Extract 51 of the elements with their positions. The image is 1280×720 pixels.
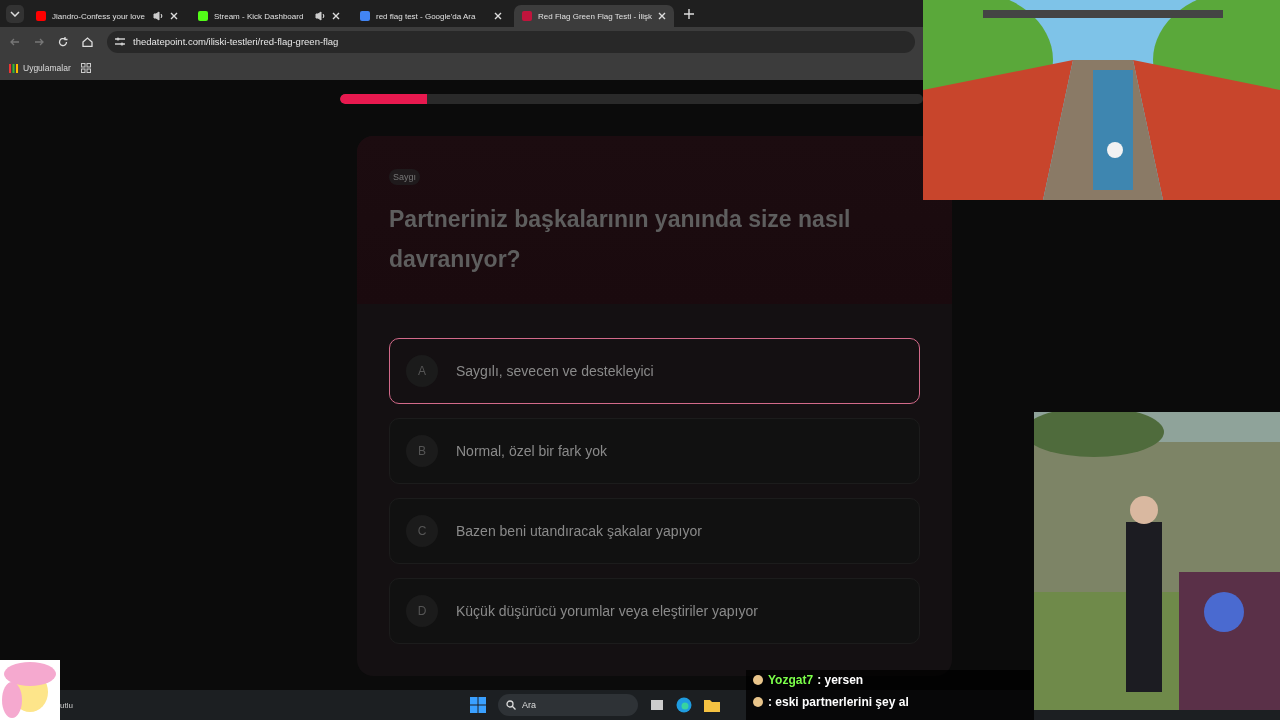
browser-tab[interactable]: Stream - Kick Dashboard <box>190 5 348 27</box>
browser-icon[interactable] <box>676 697 692 713</box>
answer-option[interactable]: C Bazen beni utandıracak şakalar yapıyor <box>389 498 920 564</box>
tab-title: red flag test - Google'da Ara <box>376 11 477 21</box>
forward-icon[interactable] <box>34 36 44 47</box>
tab-title: Stream - Kick Dashboard <box>214 11 305 21</box>
option-text: Küçük düşürücü yorumlar veya eleştiriler yapıyor <box>456 603 758 619</box>
reload-icon[interactable] <box>58 36 68 47</box>
chat-username: Yozgat7 <box>768 673 814 687</box>
speaker-icon[interactable] <box>315 11 326 21</box>
tab-groups-icon[interactable] <box>80 63 91 73</box>
option-letter: C <box>406 515 438 547</box>
window-icon[interactable] <box>650 698 664 712</box>
close-icon[interactable] <box>658 12 667 20</box>
browser-tab[interactable]: red flag test - Google'da Ara <box>352 5 510 27</box>
url-text: thedatepoint.com/iliski-testleri/red-flag-green-flag <box>133 36 339 47</box>
chat-message: : eski partnerlerini şey al <box>768 695 909 709</box>
tab-title: Jiandro-Confess your love <box>52 11 146 21</box>
category-tag: Saygı <box>389 169 420 185</box>
folder-icon[interactable] <box>704 698 720 712</box>
home-icon[interactable] <box>82 36 93 47</box>
search-placeholder: Ara <box>522 700 536 710</box>
question-text: Partneriniz başkalarının yanında size nasıl davranıyor? <box>389 205 852 274</box>
answer-option[interactable]: A Saygılı, sevecen ve destekleyici <box>389 338 920 404</box>
option-letter: A <box>406 355 438 387</box>
browser-tab[interactable]: Jiandro-Confess your love <box>28 5 186 27</box>
back-icon[interactable] <box>10 36 20 47</box>
close-icon[interactable] <box>494 12 502 20</box>
option-text: Bazen beni utandıracak şakalar yapıyor <box>456 523 702 539</box>
weather-text: utlu <box>60 700 73 710</box>
tab-search-icon[interactable] <box>6 4 24 23</box>
bookmark[interactable]: Uygulamalar <box>9 63 71 73</box>
tab-title: Red Flag Green Flag Testi - İlişk <box>538 11 653 21</box>
address-field[interactable]: thedatepoint.com/iliski-testleri/red-flag-green-flag <box>107 30 915 53</box>
site-settings-icon[interactable] <box>115 37 125 46</box>
option-letter: D <box>406 595 438 627</box>
windows-start-icon[interactable] <box>470 697 486 713</box>
chat-message: : yersen <box>817 673 864 687</box>
taskbar-search-field[interactable]: Ara <box>498 694 638 716</box>
close-icon[interactable] <box>170 12 178 20</box>
search-icon <box>506 700 516 710</box>
answer-option[interactable]: B Normal, özel bir fark yok <box>389 418 920 484</box>
new-tab-icon[interactable] <box>684 8 695 19</box>
option-text: Saygılı, sevecen ve destekleyici <box>456 363 654 379</box>
option-letter: B <box>406 435 438 467</box>
answer-option[interactable]: D Küçük düşürücü yorumlar veya eleştiriler yapıyor <box>389 578 920 644</box>
option-text: Normal, özel bir fark yok <box>456 443 607 459</box>
browser-tab[interactable]: Red Flag Green Flag Testi - İlişk <box>514 5 675 27</box>
apps-grid-icon <box>9 63 18 73</box>
speaker-icon[interactable] <box>153 11 164 21</box>
close-icon[interactable] <box>332 12 340 20</box>
